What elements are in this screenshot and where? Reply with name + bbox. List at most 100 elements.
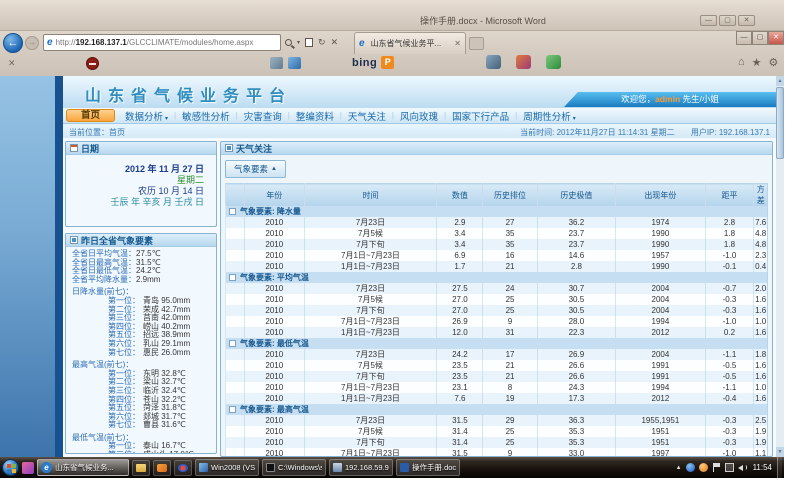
maximize-icon[interactable]: ▢ bbox=[719, 15, 736, 26]
nav-item-4[interactable]: 整编资料 bbox=[290, 109, 340, 123]
table-row[interactable]: 20107月1日~7月23日23.1824.31994-1.11.0 bbox=[226, 382, 768, 393]
group-checkbox[interactable] bbox=[229, 274, 236, 281]
tray-expand-icon[interactable]: ▲ bbox=[676, 465, 682, 471]
panel-icon bbox=[225, 144, 233, 152]
explorer-folder-icon[interactable] bbox=[132, 460, 150, 476]
page-body: 日期 2012 年 11 月 27 日 星期二 农历 10 月 14 日 壬辰 … bbox=[63, 138, 776, 457]
column-header: 距平 bbox=[705, 184, 754, 207]
favorites-star-icon[interactable]: ★ bbox=[752, 56, 762, 69]
nav-item-8[interactable]: 周期性分析▾ bbox=[517, 109, 582, 123]
nav-item-5[interactable]: 天气关注 bbox=[342, 109, 392, 123]
media-app-icon[interactable] bbox=[174, 460, 192, 476]
table-row[interactable]: 20107月5候27.02530.52004-0.31.6 bbox=[226, 294, 768, 305]
address-bar[interactable]: e http://192.168.137.1/GLCCLIMATE/module… bbox=[43, 34, 281, 51]
new-tab-button[interactable] bbox=[469, 37, 484, 50]
input-method-icon[interactable] bbox=[699, 463, 708, 472]
blocked-icon[interactable] bbox=[86, 57, 99, 70]
group-checkbox[interactable] bbox=[229, 208, 236, 215]
ie-icon: e bbox=[47, 37, 53, 48]
pinned-app-icon[interactable] bbox=[22, 462, 34, 474]
table-row[interactable]: 20107月下旬23.52126.61991-0.51.6 bbox=[226, 371, 768, 382]
table-row[interactable]: 20107月23日2.92736.219742.87.6 bbox=[226, 217, 768, 228]
table-row[interactable]: 20107月23日31.52936.31955,1951-0.32.5 bbox=[226, 415, 768, 426]
scroll-down-icon[interactable]: ▼ bbox=[776, 447, 784, 457]
home-icon[interactable]: ⌂ bbox=[738, 56, 745, 69]
taskbar-button-2[interactable]: 192.168.59.99... bbox=[329, 459, 393, 476]
action-center-flag-icon[interactable] bbox=[712, 463, 721, 472]
nav-item-3[interactable]: 灾害查询 bbox=[238, 109, 288, 123]
volume-icon[interactable] bbox=[738, 463, 747, 472]
group-checkbox[interactable] bbox=[229, 406, 236, 413]
card-icon[interactable] bbox=[288, 57, 301, 69]
table-row[interactable]: 20101月1日~7月23日7.61917.32012-0.41.6 bbox=[226, 393, 768, 404]
minimize-icon[interactable]: — bbox=[700, 15, 717, 26]
word-window-controls: — ▢ ✕ bbox=[700, 15, 755, 26]
table-row[interactable]: 20101月1日~7月23日12.03122.320120.21.6 bbox=[226, 327, 768, 338]
table-row[interactable]: 20107月5候3.43523.719901.84.8 bbox=[226, 228, 768, 239]
table-row[interactable]: 20107月下旬31.42535.31951-0.31.9 bbox=[226, 437, 768, 448]
nav-item-1[interactable]: 数据分析▾ bbox=[119, 109, 174, 123]
tools-gear-icon[interactable]: ⚙ bbox=[769, 56, 779, 69]
table-group-row[interactable]: 气象要素: 平均气温 bbox=[226, 272, 768, 283]
start-button[interactable] bbox=[2, 459, 19, 476]
table-row[interactable]: 20107月1日~7月23日26.9928.01994-1.01.0 bbox=[226, 316, 768, 327]
weather-watch-header: 天气关注 bbox=[221, 142, 772, 155]
search-icon[interactable] bbox=[285, 39, 292, 46]
browser-tab[interactable]: e 山东省气候业务平... ✕ bbox=[354, 32, 466, 54]
stop-icon[interactable]: ✕ bbox=[331, 37, 339, 48]
taskbar-button-3[interactable]: 操作手册.docx ... bbox=[396, 459, 460, 476]
table-row[interactable]: 20107月23日24.21726.92004-1.11.8 bbox=[226, 349, 768, 360]
messenger-icon[interactable] bbox=[686, 463, 695, 472]
table-group-row[interactable]: 气象要素: 最高气温 bbox=[226, 404, 768, 415]
table-row[interactable]: 20107月1日~7月23日6.91614.61957-1.02.3 bbox=[226, 250, 768, 261]
taskbar-clock[interactable]: 11:54 bbox=[753, 463, 772, 472]
chevron-up-icon: ▲ bbox=[271, 166, 277, 172]
camera-icon[interactable] bbox=[486, 55, 501, 69]
close-toolbar-icon[interactable]: ✕ bbox=[8, 58, 16, 69]
taskbar-button-label: C:\Windows\s... bbox=[278, 463, 322, 472]
vertical-scrollbar[interactable]: ▲ ▼ bbox=[776, 76, 784, 457]
mail-icon[interactable] bbox=[270, 57, 283, 69]
username: admin bbox=[655, 94, 680, 104]
globe-icon[interactable] bbox=[546, 55, 561, 69]
table-group-row[interactable]: 气象要素: 降水量 bbox=[226, 206, 768, 217]
taskbar-ie-button[interactable]: e 山东省气候业务... bbox=[37, 459, 129, 476]
close-icon[interactable]: ✕ bbox=[738, 15, 755, 26]
group-checkbox[interactable] bbox=[229, 340, 236, 347]
taskbar-button-0[interactable]: Win2008 (VS2... bbox=[195, 459, 259, 476]
maximize-icon[interactable]: ▢ bbox=[752, 31, 768, 45]
orange-app-icon[interactable] bbox=[153, 460, 171, 476]
table-row[interactable]: 20107月下旬3.43523.719901.84.8 bbox=[226, 239, 768, 250]
network-icon[interactable] bbox=[725, 463, 734, 472]
chevron-down-icon[interactable]: ▾ bbox=[297, 39, 300, 46]
nav-item-0[interactable]: 首页 bbox=[66, 109, 115, 122]
bing-logo: bing bbox=[352, 57, 377, 69]
nav-item-2[interactable]: 敏感性分析 bbox=[176, 109, 236, 123]
nav-item-7[interactable]: 国家下行产品 bbox=[446, 109, 515, 123]
scrollbar-thumb[interactable] bbox=[776, 87, 784, 159]
page-left-border bbox=[55, 76, 63, 457]
table-row[interactable]: 20107月下旬27.02530.52004-0.31.6 bbox=[226, 305, 768, 316]
minimize-icon[interactable]: — bbox=[736, 31, 752, 45]
table-row[interactable]: 20107月23日27.52430.72004-0.72.0 bbox=[226, 283, 768, 294]
table-row[interactable]: 20101月1日~7月23日1.7212.81990-0.10.4 bbox=[226, 261, 768, 272]
forward-button[interactable]: → bbox=[25, 36, 39, 50]
table-row[interactable]: 20107月5候23.52126.61991-0.51.6 bbox=[226, 360, 768, 371]
refresh-icon[interactable]: ↻ bbox=[318, 37, 326, 48]
bing-toolbar[interactable]: bing P bbox=[352, 56, 394, 69]
close-icon[interactable]: ✕ bbox=[768, 31, 784, 45]
paint-icon[interactable] bbox=[516, 55, 531, 69]
element-selector-button[interactable]: 气象要素▲ bbox=[225, 160, 286, 178]
calendar-panel-title: 日期 bbox=[81, 142, 99, 155]
nav-item-6[interactable]: 风向玫瑰 bbox=[394, 109, 444, 123]
compatibility-view-icon[interactable] bbox=[305, 38, 313, 47]
page-header: 山东省气候业务平台 欢迎您，admin 先生/小姐 bbox=[63, 76, 776, 108]
table-group-row[interactable]: 气象要素: 最低气温 bbox=[226, 338, 768, 349]
tab-close-icon[interactable]: ✕ bbox=[454, 39, 461, 48]
table-row[interactable]: 20107月1日~7月23日31.5933.01997-1.01.1 bbox=[226, 448, 768, 457]
back-button[interactable]: ← bbox=[3, 33, 23, 53]
table-row[interactable]: 20107月5候31.42535.31951-0.31.9 bbox=[226, 426, 768, 437]
show-desktop-button[interactable] bbox=[777, 457, 782, 478]
taskbar-button-1[interactable]: C:\Windows\s... bbox=[262, 459, 326, 476]
scroll-up-icon[interactable]: ▲ bbox=[776, 76, 784, 86]
